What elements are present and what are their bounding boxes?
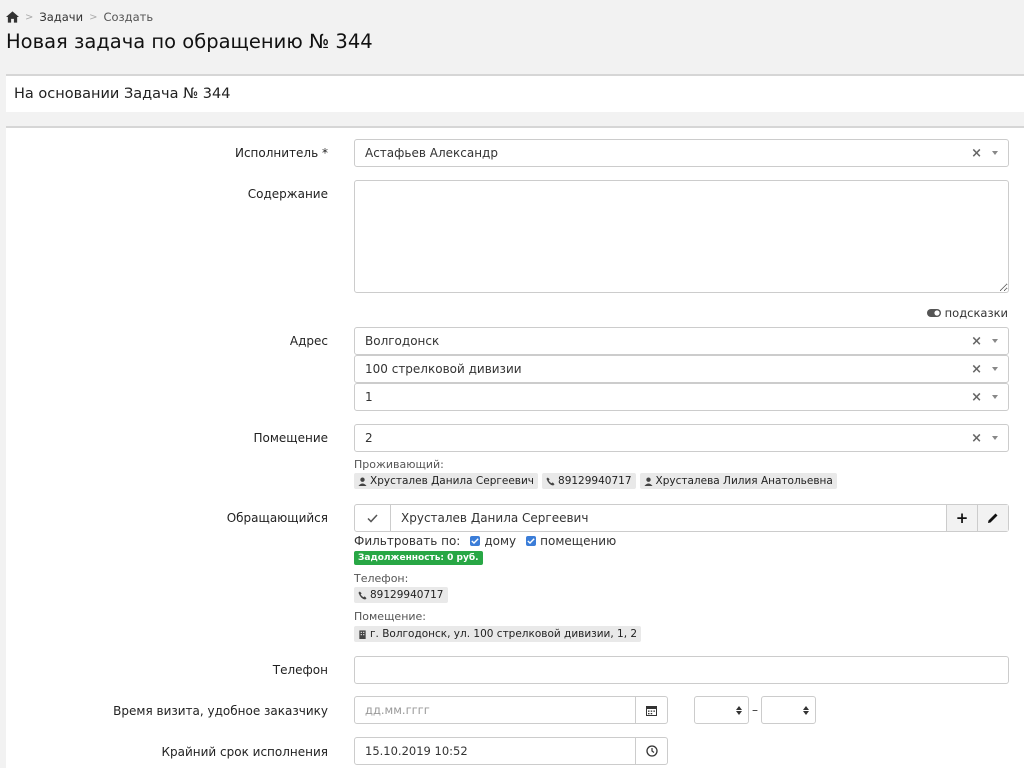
resident-phone: 89129940717 [558, 475, 632, 487]
clear-icon[interactable]: × [971, 362, 982, 377]
pencil-icon [988, 513, 998, 523]
content-textarea[interactable] [354, 180, 1009, 293]
hints-toggle[interactable]: подсказки [926, 306, 1008, 320]
check-icon [527, 538, 535, 544]
clear-icon[interactable]: × [971, 334, 982, 349]
home-icon[interactable] [6, 11, 19, 23]
address-city-value: Волгодонск [365, 334, 440, 348]
address-house-value: 1 [365, 390, 373, 404]
address-house-select[interactable]: 1 × [354, 383, 1009, 411]
requester-phone-label: Телефон: [354, 572, 409, 585]
premise-value: 2 [365, 431, 373, 445]
executor-label: Исполнитель * [234, 146, 328, 160]
address-label: Адрес [289, 334, 328, 348]
breadcrumb-current: Создать [103, 10, 154, 24]
content-label: Содержание [247, 187, 328, 201]
toggle-icon [926, 309, 941, 317]
deadline-value: 15.10.2019 10:52 [365, 744, 468, 758]
executor-select[interactable]: Астафьев Александр × [354, 139, 1009, 167]
time-range-separator: – [752, 703, 758, 717]
requester-name[interactable]: Хрусталев Данила Сергеевич [391, 505, 946, 531]
breadcrumb-tasks-link[interactable]: Задачи [39, 10, 83, 24]
visit-date-placeholder: дд.мм.гггг [365, 703, 430, 717]
visit-date-input[interactable]: дд.мм.гггг [354, 696, 668, 724]
deadline-input[interactable]: 15.10.2019 10:52 [354, 737, 668, 765]
clock-icon [645, 745, 658, 757]
chevron-down-icon[interactable] [992, 367, 998, 371]
requester-phone-row: 89129940717 [354, 587, 452, 603]
requester-premise-row: г. Волгодонск, ул. 100 стрелковой дивизи… [354, 626, 645, 642]
check-icon [367, 513, 378, 523]
user-icon [358, 477, 367, 486]
filter-row: Фильтровать по: дому помещению [354, 534, 616, 548]
phone-input[interactable] [354, 656, 1009, 684]
requester-premise-label: Помещение: [354, 610, 427, 623]
user-icon [643, 477, 653, 486]
edit-requester-button[interactable] [977, 505, 1008, 531]
resident-name: Хрусталева Лилия Анатольевна [655, 475, 833, 487]
sort-arrows-icon [736, 705, 742, 715]
executor-value: Астафьев Александр [365, 146, 498, 160]
resident-badge: Хрусталев Данила Сергеевич [354, 473, 539, 489]
phone-icon [546, 476, 555, 486]
add-requester-button[interactable]: + [946, 505, 977, 531]
requester-phone: 89129940717 [370, 589, 444, 601]
resident-name: Хрусталев Данила Сергеевич [370, 475, 535, 487]
filter-premise-label[interactable]: помещению [540, 534, 616, 548]
requester-premise-badge: г. Волгодонск, ул. 100 стрелковой дивизи… [354, 626, 642, 642]
filter-label: Фильтровать по: [354, 534, 461, 548]
resident-badge: Хрусталева Лилия Анатольевна [639, 473, 837, 489]
building-icon [359, 629, 366, 639]
phone-label: Телефон [272, 663, 328, 677]
page-title: Новая задача по обращению № 344 [6, 30, 373, 53]
requester-premise: г. Волгодонск, ул. 100 стрелковой дивизи… [370, 628, 638, 640]
chevron-down-icon[interactable] [992, 339, 998, 343]
visit-label: Время визита, удобное заказчику [113, 704, 328, 718]
hints-label: подсказки [944, 306, 1008, 320]
requester-phone-badge: 89129940717 [354, 587, 448, 603]
filter-premise-checkbox[interactable] [526, 536, 537, 546]
resident-phone-badge: 89129940717 [542, 473, 636, 489]
breadcrumb-separator: > [25, 11, 34, 23]
residents-label: Проживающий: [354, 458, 444, 471]
requester-input-group: Хрусталев Данила Сергеевич + [354, 504, 1009, 532]
deadline-label: Крайний срок исполнения [161, 745, 328, 759]
chevron-down-icon[interactable] [992, 436, 998, 440]
phone-icon [358, 590, 367, 600]
breadcrumb: > Задачи > Создать [6, 9, 153, 25]
basis-title: На основании Задача № 344 [14, 86, 231, 102]
debt-badge: Задолженность: 0 руб. [354, 551, 483, 565]
filter-house-label[interactable]: дому [484, 534, 516, 548]
filter-house-checkbox[interactable] [470, 536, 481, 546]
clock-button[interactable] [635, 738, 667, 764]
plus-icon: + [955, 509, 969, 527]
residents-list: Хрусталев Данила Сергеевич 89129940717 Х… [354, 473, 841, 489]
requester-label: Обращающийся [226, 511, 328, 525]
basis-card: На основании Задача № 344 [6, 74, 1024, 112]
chevron-down-icon[interactable] [992, 395, 998, 399]
check-icon [471, 538, 480, 544]
premise-select[interactable]: 2 × [354, 424, 1009, 452]
confirm-button[interactable] [355, 505, 391, 531]
clear-icon[interactable]: × [971, 390, 982, 405]
calendar-button[interactable] [635, 697, 667, 723]
address-street-select[interactable]: 100 стрелковой дивизии × [354, 355, 1009, 383]
visit-time-from-select[interactable] [694, 696, 749, 724]
chevron-down-icon[interactable] [992, 151, 998, 155]
clear-icon[interactable]: × [971, 146, 982, 161]
address-city-select[interactable]: Волгодонск × [354, 327, 1009, 355]
sort-arrows-icon [803, 705, 809, 715]
breadcrumb-separator: > [89, 11, 98, 23]
premise-label: Помещение [253, 431, 328, 445]
address-street-value: 100 стрелковой дивизии [365, 362, 522, 376]
clear-icon[interactable]: × [971, 431, 982, 446]
calendar-icon [646, 705, 657, 716]
visit-time-to-select[interactable] [761, 696, 816, 724]
